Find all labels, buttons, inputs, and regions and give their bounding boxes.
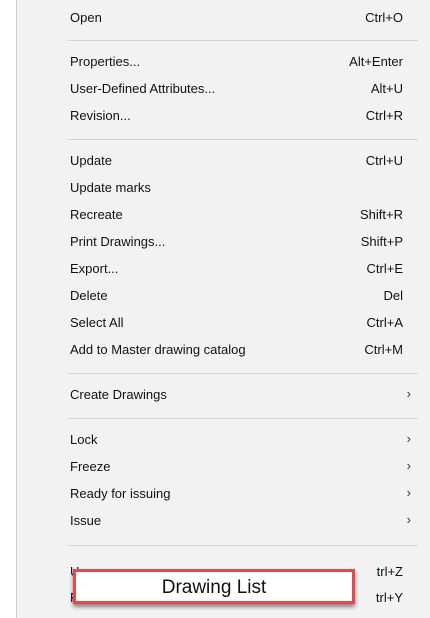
menu-item-add-to-master-catalog[interactable]: Add to Master drawing catalog Ctrl+M [17,338,430,362]
context-menu: Open Ctrl+O Properties... Alt+Enter User… [16,0,430,618]
menu-separator [67,418,418,419]
menu-item-delete[interactable]: Delete Del [17,284,430,308]
menu-item-freeze[interactable]: Freeze › [17,455,430,479]
menu-item-update[interactable]: Update Ctrl+U [17,149,430,173]
chevron-right-icon: › [406,386,411,401]
chevron-right-icon: › [406,485,411,500]
menu-item-properties[interactable]: Properties... Alt+Enter [17,50,430,74]
menu-item-shortcut: Ctrl+A [366,315,403,330]
menu-item-shortcut: Del [383,288,403,303]
menu-item-shortcut: Alt+U [370,81,403,96]
menu-item-label: Recreate [70,207,123,222]
menu-item-label: Print Drawings... [70,234,166,249]
menu-item-label: Lock [70,432,98,447]
menu-item-select-all[interactable]: Select All Ctrl+A [17,311,430,335]
menu-item-issue[interactable]: Issue › [17,509,430,533]
menu-item-label: Issue [70,513,102,528]
menu-separator [67,139,418,140]
chevron-right-icon: › [406,431,411,446]
menu-item-shortcut: Shift+R [360,207,403,222]
menu-item-shortcut: Ctrl+M [364,342,403,357]
menu-item-label: Update marks [70,180,151,195]
menu-item-label: Ready for issuing [70,486,171,501]
menu-item-shortcut: Ctrl+O [365,10,403,25]
menu-item-open[interactable]: Open Ctrl+O [17,6,430,30]
menu-item-label: Create Drawings [70,387,167,402]
menu-item-shortcut: Ctrl+R [365,108,403,123]
menu-item-shortcut-fragment: trl+Z [376,564,403,579]
menu-item-shortcut: Alt+Enter [349,54,403,69]
drawing-list-label: Drawing List [161,577,267,598]
menu-item-user-defined-attributes[interactable]: User-Defined Attributes... Alt+U [17,77,430,101]
menu-item-lock[interactable]: Lock › [17,428,430,452]
menu-item-label: Select All [70,315,124,330]
menu-item-shortcut: Ctrl+U [365,153,403,168]
drawing-list-callout: Drawing List [73,569,355,604]
menu-separator [67,373,418,374]
screen: Open Ctrl+O Properties... Alt+Enter User… [0,0,430,618]
menu-separator [67,40,418,41]
menu-item-export[interactable]: Export... Ctrl+E [17,257,430,281]
menu-item-shortcut: Ctrl+E [366,261,403,276]
menu-separator [67,545,418,546]
chevron-right-icon: › [406,458,411,473]
menu-item-label: Export... [70,261,119,276]
menu-item-update-marks[interactable]: Update marks [17,176,430,200]
menu-item-ready-for-issuing[interactable]: Ready for issuing › [17,482,430,506]
menu-item-label: Properties... [70,54,141,69]
menu-item-shortcut: Shift+P [360,234,403,249]
menu-item-recreate[interactable]: Recreate Shift+R [17,203,430,227]
menu-item-print-drawings[interactable]: Print Drawings... Shift+P [17,230,430,254]
menu-item-label: Update [70,153,112,168]
menu-item-label: Add to Master drawing catalog [70,342,246,357]
menu-item-create-drawings[interactable]: Create Drawings › [17,383,430,407]
menu-item-label: Freeze [70,459,111,474]
menu-item-revision[interactable]: Revision... Ctrl+R [17,104,430,128]
menu-item-shortcut-fragment: trl+Y [375,590,403,605]
menu-item-label: User-Defined Attributes... [70,81,216,96]
menu-item-label: Revision... [70,108,131,123]
menu-item-label: Delete [70,288,108,303]
menu-item-label: Open [70,10,102,25]
chevron-right-icon: › [406,512,411,527]
